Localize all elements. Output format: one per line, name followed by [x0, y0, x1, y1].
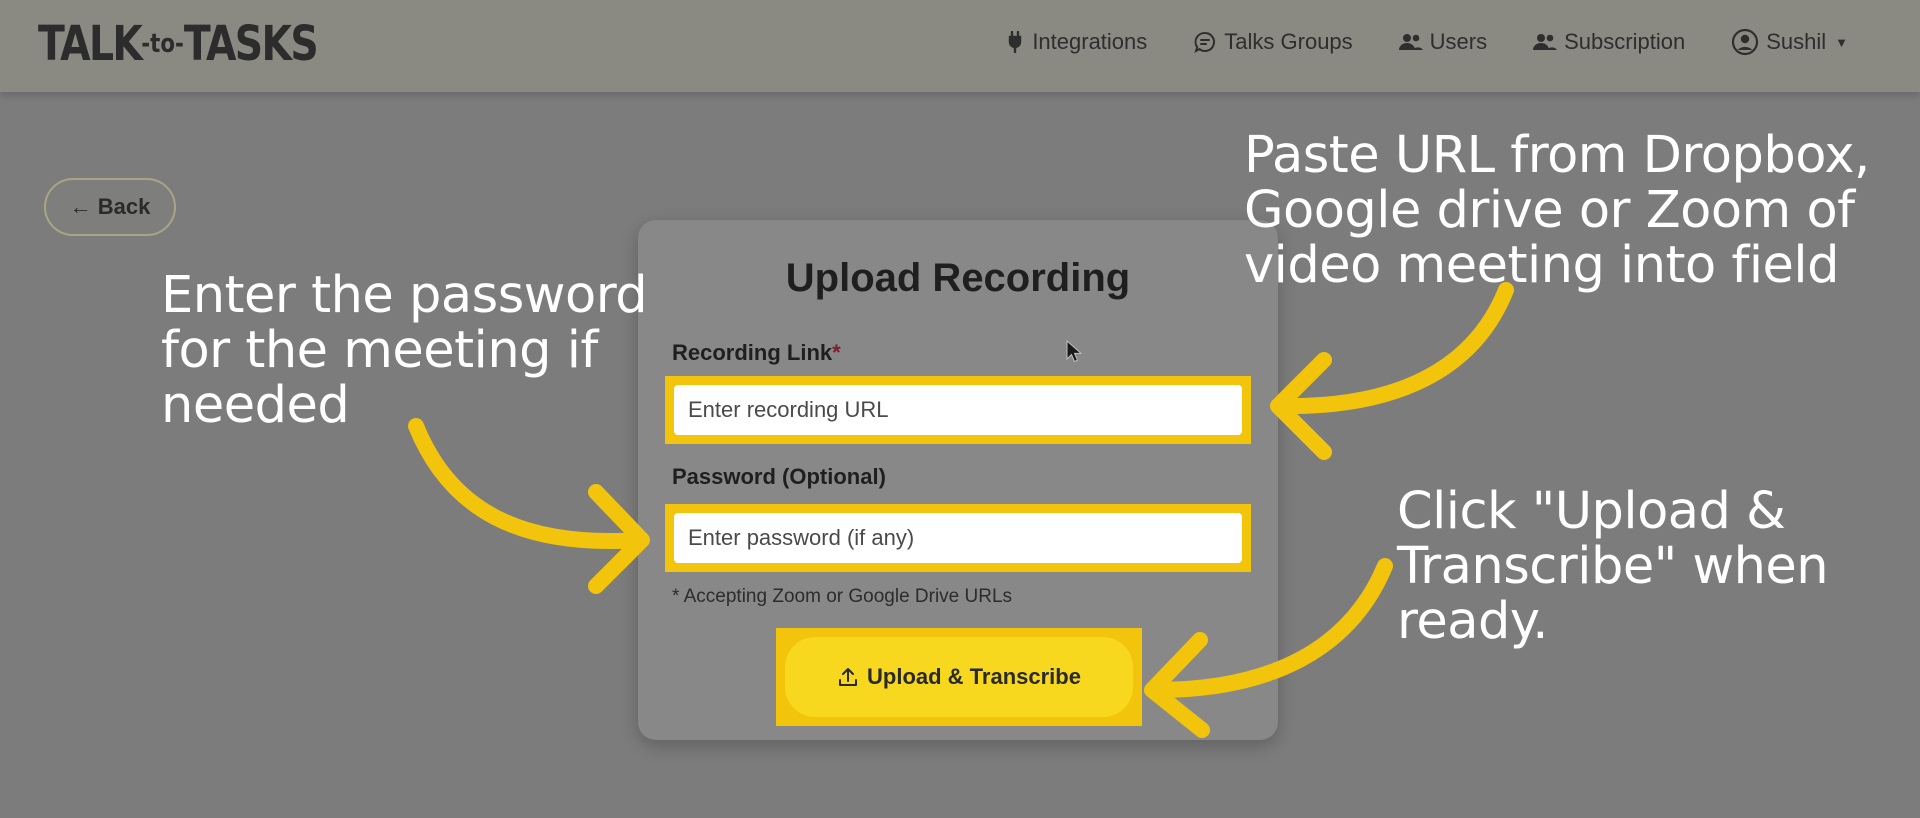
upload-recording-card: Upload Recording Recording Link* Passwor… — [638, 220, 1278, 740]
accepted-urls-hint: * Accepting Zoom or Google Drive URLs — [672, 586, 1013, 607]
users-icon — [1533, 34, 1558, 50]
arrow-to-url — [1272, 282, 1514, 415]
nav-subscription[interactable]: Subscription — [1533, 29, 1685, 55]
required-marker: * — [832, 340, 841, 365]
upload-icon — [839, 668, 858, 686]
page-title: Upload Recording — [785, 256, 1131, 300]
nav-talks-groups[interactable]: Talks Groups — [1193, 29, 1353, 55]
user-menu[interactable]: Sushil ▼ — [1731, 28, 1848, 56]
plug-icon — [1009, 31, 1022, 53]
app-logo[interactable]: TALK-to-TASKS — [38, 16, 319, 72]
annotation-upload: Click "Upload & Transcribe" when ready. — [1397, 482, 1829, 651]
password-input[interactable] — [674, 513, 1242, 563]
annotation-url: Paste URL from Dropbox, Google drive or … — [1244, 126, 1870, 295]
annotation-password: Enter the password for the meeting if ne… — [161, 266, 648, 435]
upload-button-highlight: Upload & Transcribe — [776, 628, 1142, 726]
users-icon — [1398, 34, 1423, 50]
back-button[interactable]: ← Back — [44, 178, 176, 236]
nav-integrations[interactable]: Integrations — [1007, 29, 1147, 55]
chat-icon — [1194, 31, 1216, 54]
arrow-to-url-head — [1270, 352, 1332, 460]
top-navbar: TALK-to-TASKS Integrations Talks Groups … — [0, 0, 1920, 92]
recording-url-highlight — [665, 376, 1251, 444]
recording-link-label: Recording Link* — [672, 340, 841, 365]
password-highlight — [665, 504, 1251, 572]
nav-users[interactable]: Users — [1398, 29, 1487, 55]
arrow-to-password — [408, 418, 648, 549]
arrow-to-password-head — [588, 484, 650, 594]
mouse-cursor-icon — [1066, 340, 1082, 363]
chevron-down-icon: ▼ — [1835, 34, 1848, 50]
recording-url-input[interactable] — [674, 385, 1242, 435]
password-label: Password (Optional) — [672, 464, 886, 489]
main-nav: Integrations Talks Groups Users Subscrip… — [961, 28, 1848, 56]
upload-transcribe-button[interactable]: Upload & Transcribe — [785, 637, 1133, 717]
user-circle-icon — [1732, 28, 1759, 56]
